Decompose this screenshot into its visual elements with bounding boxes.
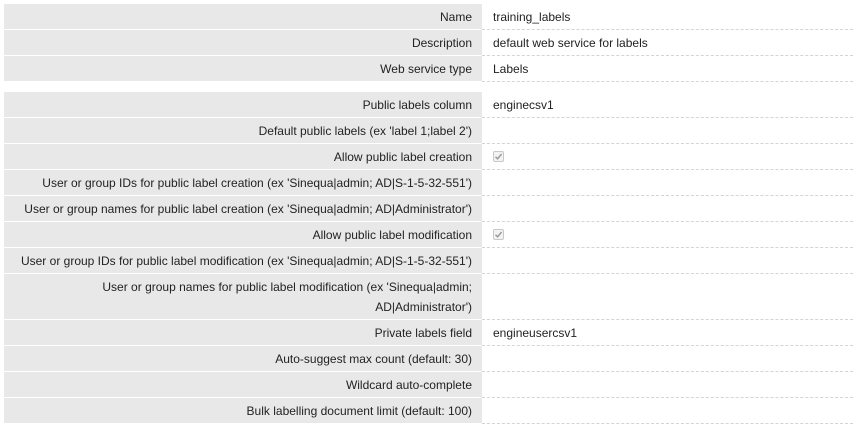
modification-user-names-value[interactable] [482, 274, 853, 320]
wildcard-auto-complete-value[interactable] [482, 372, 853, 398]
description-row: Description default web service for labe… [0, 30, 857, 56]
auto-suggest-max-count-label: Auto-suggest max count (default: 30) [4, 346, 482, 372]
public-labels-column-label: Public labels column [4, 92, 482, 118]
bulk-labelling-limit-value[interactable] [482, 398, 853, 424]
public-labels-column-value[interactable]: enginecsv1 [482, 92, 853, 118]
modification-user-ids-label: User or group IDs for public label modif… [4, 248, 482, 274]
creation-user-ids-value[interactable] [482, 170, 853, 196]
creation-user-names-value[interactable] [482, 196, 853, 222]
allow-public-label-creation-label: Allow public label creation [4, 144, 482, 170]
modification-user-names-label: User or group names for public label mod… [4, 274, 482, 320]
auto-suggest-max-count-value[interactable] [482, 346, 853, 372]
bulk-labelling-limit-label: Bulk labelling document limit (default: … [4, 398, 482, 424]
allow-public-label-creation-value [482, 144, 853, 170]
description-value[interactable]: default web service for labels [482, 30, 853, 56]
checkmark-icon [494, 153, 503, 160]
name-value[interactable]: training_labels [482, 4, 853, 30]
name-row: Name training_labels [0, 4, 857, 30]
default-public-labels-label: Default public labels (ex 'label 1;label… [4, 118, 482, 144]
general-section: Name training_labels Description default… [0, 4, 857, 82]
allow-public-label-creation-row: Allow public label creation [0, 144, 857, 170]
private-labels-field-value[interactable]: engineusercsv1 [482, 320, 853, 346]
private-labels-field-label: Private labels field [4, 320, 482, 346]
web-service-type-value[interactable]: Labels [482, 56, 853, 82]
creation-user-names-label: User or group names for public label cre… [4, 196, 482, 222]
creation-user-ids-label: User or group IDs for public label creat… [4, 170, 482, 196]
name-label: Name [4, 4, 482, 30]
public-labels-column-row: Public labels column enginecsv1 [0, 92, 857, 118]
allow-public-label-modification-label: Allow public label modification [4, 222, 482, 248]
creation-user-names-row: User or group names for public label cre… [0, 196, 857, 222]
modification-user-ids-value[interactable] [482, 248, 853, 274]
allow-public-label-creation-checkbox[interactable] [493, 151, 504, 162]
modification-user-names-row: User or group names for public label mod… [0, 274, 857, 320]
private-labels-field-row: Private labels field engineusercsv1 [0, 320, 857, 346]
auto-suggest-max-count-row: Auto-suggest max count (default: 30) [0, 346, 857, 372]
allow-public-label-modification-checkbox[interactable] [493, 229, 504, 240]
description-label: Description [4, 30, 482, 56]
wildcard-auto-complete-row: Wildcard auto-complete [0, 372, 857, 398]
bulk-labelling-limit-row: Bulk labelling document limit (default: … [0, 398, 857, 424]
web-service-form: Name training_labels Description default… [0, 0, 857, 424]
wildcard-auto-complete-label: Wildcard auto-complete [4, 372, 482, 398]
allow-public-label-modification-row: Allow public label modification [0, 222, 857, 248]
checkmark-icon [494, 231, 503, 238]
default-public-labels-value[interactable] [482, 118, 853, 144]
creation-user-ids-row: User or group IDs for public label creat… [0, 170, 857, 196]
labels-settings-section: Public labels column enginecsv1 Default … [0, 92, 857, 424]
modification-user-ids-row: User or group IDs for public label modif… [0, 248, 857, 274]
web-service-type-row: Web service type Labels [0, 56, 857, 82]
allow-public-label-modification-value [482, 222, 853, 248]
web-service-type-label: Web service type [4, 56, 482, 82]
default-public-labels-row: Default public labels (ex 'label 1;label… [0, 118, 857, 144]
